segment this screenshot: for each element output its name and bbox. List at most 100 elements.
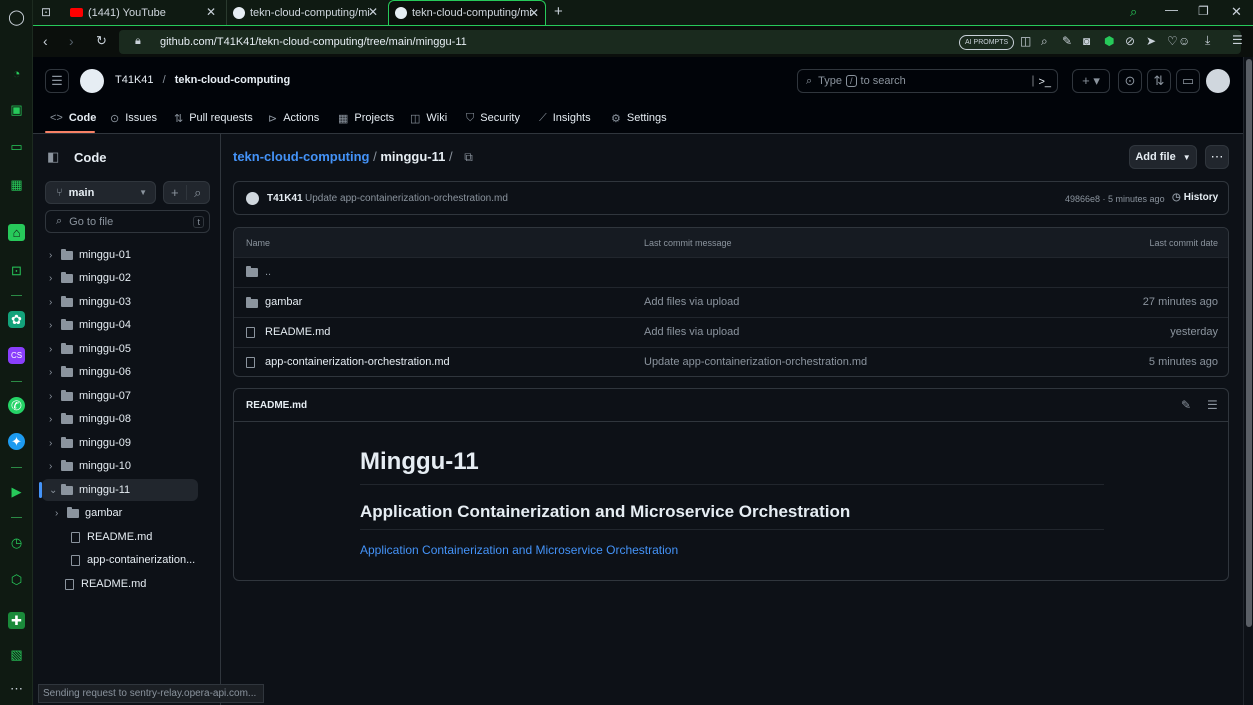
menu-button[interactable]: ☰ [45,69,69,93]
twitch-icon[interactable]: ▭ [8,138,25,155]
search-input[interactable]: ⌕ Type / to search ｜>_ [797,69,1058,93]
chevron-down-icon[interactable]: ⌄ [49,485,61,496]
readme-label[interactable]: README.md [246,400,307,411]
branch-selector[interactable]: ⑂ main ▼ [45,181,156,204]
commit-hash-time[interactable]: 49866e8 · 5 minutes ago [1065,194,1165,204]
heart-icon[interactable]: ♡ [1167,34,1178,48]
tab-security[interactable]: ⛉ Security [466,109,520,127]
chevron-right-icon[interactable]: › [55,508,67,519]
camera-icon[interactable]: ◙ [1083,34,1090,48]
table-row[interactable]: README.md Add files via upload yesterday [234,317,1228,347]
tree-item[interactable]: app-containerization... [71,549,195,571]
gamepad-tab-icon[interactable]: ⊡ [41,5,51,19]
tree-item[interactable]: › minggu-08 [49,408,131,430]
whatsapp-icon[interactable]: ✆ [8,397,25,414]
history-button[interactable]: ◷ History [1172,192,1218,203]
lens-icon[interactable]: ⌕ [1041,34,1048,49]
tab-youtube[interactable]: (1441) YouTube ✕ [64,0,222,25]
close-window-icon[interactable]: ✕ [1231,4,1242,20]
tab-settings[interactable]: ⚙ Settings [611,109,667,127]
collapse-sidebar-icon[interactable]: ◧ [47,149,59,165]
add-file-icon[interactable]: + [164,185,187,200]
tree-item[interactable]: › minggu-04 [49,314,131,336]
tab-projects[interactable]: ▦ Projects [338,109,394,127]
shield-check-icon[interactable]: ⬢ [1104,34,1114,48]
tab-insights[interactable]: ⟋ Insights [539,109,591,127]
twitter-icon[interactable]: ✦ [8,433,25,450]
workspaces-icon[interactable]: ▣ [8,101,25,118]
send-icon[interactable]: ➤ [1146,34,1156,48]
back-icon[interactable]: ‹ [43,33,48,49]
chevron-right-icon[interactable]: › [49,320,61,331]
chevron-right-icon[interactable]: › [49,367,61,378]
chevron-right-icon[interactable]: › [49,438,61,449]
chevron-right-icon[interactable]: › [49,344,61,355]
gamepad-icon[interactable]: ⊡ [8,262,25,279]
tree-item[interactable]: › minggu-02 [49,267,131,289]
edit-icon[interactable]: ✎ [1181,398,1191,412]
tab-issues[interactable]: ⊙ Issues [110,109,157,127]
add-file-button[interactable]: Add file ▼ [1129,145,1197,169]
tree-item[interactable]: README.md [65,573,146,595]
page-scrollbar[interactable] [1243,57,1253,705]
history-icon[interactable]: ◷ [8,534,25,551]
tab-github-2[interactable]: tekn-cloud-computing/mi ✕ [388,0,546,25]
speed-dial-icon[interactable]: ◔ [8,65,25,82]
vpn-icon[interactable]: ⊘ [1125,34,1135,48]
extension-icon[interactable]: ✚ [8,612,25,629]
breadcrumb-repo-link[interactable]: tekn-cloud-computing [233,149,370,164]
opera-logo-icon[interactable]: ◯ [8,8,25,26]
more-icon[interactable]: ⋯ [8,680,25,697]
avatar[interactable] [1206,69,1230,93]
gallery-icon[interactable]: ▧ [8,646,25,663]
reload-icon[interactable]: ↻ [96,33,107,49]
copy-path-icon[interactable]: ⧉ [464,150,473,164]
chevron-right-icon[interactable]: › [49,250,61,261]
tab-code[interactable]: <> Code [50,109,96,127]
cube-icon[interactable]: ⬡ [8,571,25,588]
commit-message-link[interactable]: Add files via upload [644,326,739,338]
commit-message-link[interactable]: Add files via upload [644,296,739,308]
tree-item[interactable]: › gambar [55,502,122,524]
reader-icon[interactable]: ◫ [1020,34,1031,48]
commit-message-link[interactable]: Update app-containerization-orchestratio… [644,356,867,368]
create-new-button[interactable]: + ▾ [1072,69,1110,93]
tab-wiki[interactable]: ◫ Wiki [410,109,447,127]
close-tab-icon[interactable]: ✕ [206,5,216,19]
player-icon[interactable]: ▶ [8,483,25,500]
search-files-icon[interactable]: ⌕ [187,185,209,201]
tab-pull-requests[interactable]: ⇅ Pull requests [174,109,253,127]
command-palette-icon[interactable]: ｜>_ [1027,73,1051,89]
chevron-right-icon[interactable]: › [49,461,61,472]
commit-message[interactable]: Update app-containerization-orchestratio… [305,193,508,204]
inbox-icon[interactable]: ▭ [1176,69,1200,93]
tree-item[interactable]: › minggu-05 [49,338,131,360]
gaming-icon[interactable]: ▦ [8,176,25,193]
tab-github-1[interactable]: tekn-cloud-computing/mi ✕ [226,0,384,25]
tree-item[interactable]: › minggu-09 [49,432,131,454]
home-icon[interactable]: ⌂ [8,224,25,241]
go-to-file-input[interactable]: ⌕ Go to file t [45,210,210,233]
chatgpt-icon[interactable]: ✿ [8,311,25,328]
ai-prompts-button[interactable]: AI PROMPTS [959,35,1015,50]
tree-item[interactable]: › minggu-06 [49,361,131,383]
outline-icon[interactable]: ☰ [1207,398,1218,412]
tree-item[interactable]: › minggu-01 [49,244,131,266]
table-row[interactable]: gambar Add files via upload 27 minutes ago [234,287,1228,317]
tree-item[interactable]: › minggu-10 [49,455,131,477]
github-logo-icon[interactable] [80,69,104,93]
easy-setup-icon[interactable]: ☰ [1232,33,1243,47]
file-name-link[interactable]: gambar [265,296,302,308]
close-tab-icon[interactable]: ✕ [368,5,378,19]
chevron-right-icon[interactable]: › [49,414,61,425]
new-tab-button[interactable]: + [554,3,563,20]
restore-icon[interactable]: ❐ [1198,4,1209,18]
tree-item[interactable]: › minggu-07 [49,385,131,407]
scrollbar-thumb[interactable] [1246,59,1252,627]
file-name-link[interactable]: app-containerization-orchestration.md [265,356,450,368]
issues-icon[interactable]: ⊙ [1118,69,1142,93]
download-icon[interactable]: ⤓ [1205,33,1210,48]
file-name-link[interactable]: README.md [265,326,330,338]
chevron-right-icon[interactable]: › [49,273,61,284]
pull-requests-icon[interactable]: ⇅ [1147,69,1171,93]
